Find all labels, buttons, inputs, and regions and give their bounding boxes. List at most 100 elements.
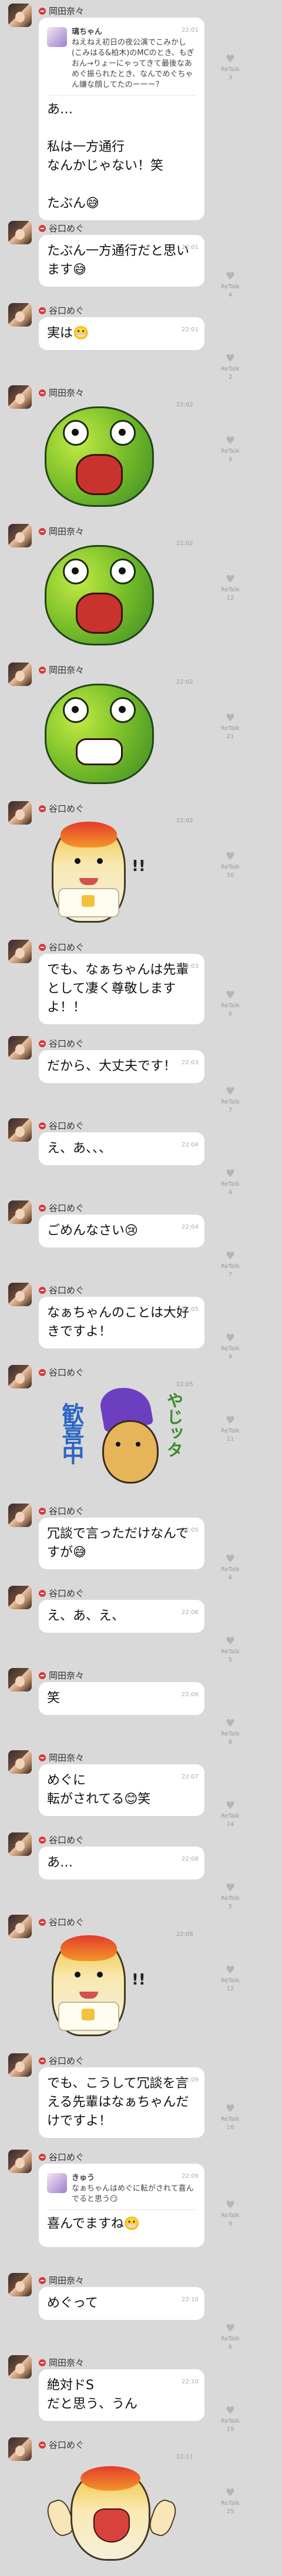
retalk-button[interactable]: ♥ ReTalk 4 [217,1168,243,1197]
avatar[interactable] [8,1200,32,1224]
retalk-button[interactable]: ♥ ReTalk 3 [217,53,243,82]
message-text: めぐって [47,2296,98,2311]
avatar[interactable] [8,524,32,547]
retalk-label: ReTalk [221,1263,240,1270]
avatar[interactable] [8,801,32,825]
heart-icon: ♥ [225,850,236,863]
retalk-button[interactable]: ♥ ReTalk 25 [217,2487,243,2516]
message-bubble: え、あ、、、 22:04 [39,1132,204,1165]
avatar[interactable] [8,663,32,686]
sender-name: 谷口めぐ [39,1834,84,1846]
avatar[interactable] [8,2273,32,2296]
retalk-count: 4 [228,292,233,298]
avatar[interactable] [8,221,32,244]
retalk-button[interactable]: ♥ ReTalk 16 [217,2103,243,2132]
avatar[interactable] [8,1283,32,1306]
right-eye-icon [110,697,136,723]
message-bubble: ごめんなさい😢 22:04 [39,1215,204,1247]
avatar[interactable] [8,1504,32,1527]
message-bubble: だから、大丈夫です！ 22:03 [39,1050,204,1083]
message-row: 岡田奈々 めぐに 転がされてる😊笑 22:07 ♥ ReTalk 14 [0,1750,282,1832]
retalk-button[interactable]: ♥ ReTalk 5 [217,1882,243,1911]
retalk-button[interactable]: ♥ ReTalk 7 [217,1085,243,1115]
heart-icon: ♥ [225,1635,236,1647]
avatar[interactable] [8,2355,32,2379]
retalk-count: 6 [228,1575,233,1581]
retalk-count: 5 [228,1657,233,1663]
avatar[interactable] [8,2053,32,2077]
retalk-button[interactable]: ♥ ReTalk 4 [217,270,243,300]
message-time: 22:05 [182,1306,199,1313]
message-row: 谷口めぐ でも、なぁちゃんは先輩として凄く尊敬しますよ！！ 22:03 ♥ ReTalk… [0,940,282,1036]
heart-icon: ♥ [225,1800,236,1812]
retalk-count: 16 [226,2124,234,2131]
message-time: 22:08 [176,1931,193,1938]
retalk-button[interactable]: ♥ ReTalk 9 [217,435,243,464]
retalk-button[interactable]: ♥ ReTalk 2 [217,352,243,382]
retalk-button[interactable]: ♥ ReTalk 9 [217,2199,243,2228]
retalk-button[interactable]: ♥ ReTalk 6 [217,2322,243,2352]
avatar[interactable] [8,1365,32,1388]
quoted-reply[interactable]: 璃ちゃん ねえねえ初日の夜公演でこみかし(こみはる&柏木)のMCのとき、もぎおん→… [47,25,196,96]
retalk-button[interactable]: ♥ ReTalk 14 [217,1800,243,1829]
sender-name-text: 谷口めぐ [49,1835,85,1845]
avatar[interactable] [8,1586,32,1609]
sender-name: 岡田奈々 [39,1669,84,1682]
message-time: 22:05 [182,1527,199,1534]
avatar[interactable] [8,1036,32,1060]
retalk-button[interactable]: ♥ ReTalk 7 [217,1250,243,1279]
quoted-reply[interactable]: きゅう なぁちゃんはめぐに転がされて喜んでると思う😏 [47,2171,196,2210]
avatar[interactable] [8,1832,32,1856]
right-eye-icon [97,1972,103,1978]
message-bubble: 絶対ドS だと思う、うん 22:10 [39,2369,204,2421]
laughing-sticker [43,2459,180,2564]
sender-name: 谷口めぐ [39,1366,84,1378]
retalk-label: ReTalk [221,1099,240,1105]
retalk-label: ReTalk [221,725,240,732]
message-time: 22:11 [176,2454,193,2460]
sender-name-text: 岡田奈々 [49,2358,85,2368]
avatar[interactable] [8,940,32,963]
retalk-button[interactable]: ♥ ReTalk 19 [217,2405,243,2434]
heart-icon: ♥ [225,1964,236,1976]
retalk-button[interactable]: ♥ ReTalk 12 [217,1964,243,1993]
message-time: 22:04 [182,1224,199,1230]
avatar[interactable] [8,4,32,27]
avatar[interactable] [8,385,32,409]
retalk-button[interactable]: ♥ ReTalk 6 [217,989,243,1018]
member-badge-icon [39,1368,46,1376]
retalk-button[interactable]: ♥ ReTalk 6 [217,1553,243,1582]
member-badge-icon [39,1754,46,1761]
sender-name-text: 谷口めぐ [49,1588,85,1599]
yam-sticker [52,1935,126,2036]
avatar[interactable] [8,2437,32,2461]
retalk-button[interactable]: ♥ ReTalk 21 [217,712,243,741]
retalk-button[interactable]: ♥ ReTalk 11 [217,1414,243,1444]
avatar[interactable] [8,1118,32,1142]
message-bubble: めぐって 22:10 [39,2287,204,2320]
avatar[interactable] [8,1668,32,1691]
avatar[interactable] [8,1750,32,1774]
member-badge-icon [39,2276,46,2284]
character-body [102,1420,159,1484]
laughing-face [70,2466,150,2561]
message-time: 22:10 [182,2379,199,2385]
retalk-button[interactable]: ♥ ReTalk 9 [217,1332,243,1361]
message-text: え、あ、え、 [47,1609,125,1623]
sender-name-text: 谷口めぐ [49,2440,85,2450]
heart-icon: ♥ [225,712,236,724]
sender-name: 谷口めぐ [39,222,84,234]
avatar[interactable] [8,2150,32,2173]
sender-name-text: 谷口めぐ [49,223,85,234]
retalk-button[interactable]: ♥ ReTalk 12 [217,573,243,603]
avatar[interactable] [8,1915,32,1938]
retalk-button[interactable]: ♥ ReTalk 10 [217,850,243,880]
retalk-label: ReTalk [221,1895,240,1902]
sender-name-text: 谷口めぐ [49,1367,85,1378]
avatar[interactable] [8,303,32,327]
retalk-button[interactable]: ♥ ReTalk 8 [217,1717,243,1747]
sticker-text-right: やじッタ [164,1392,184,1458]
retalk-button[interactable]: ♥ ReTalk 5 [217,1635,243,1664]
message-bubble: 冗談で言っただけなんですが😅 22:05 [39,1518,204,1569]
retalk-label: ReTalk [221,448,240,455]
